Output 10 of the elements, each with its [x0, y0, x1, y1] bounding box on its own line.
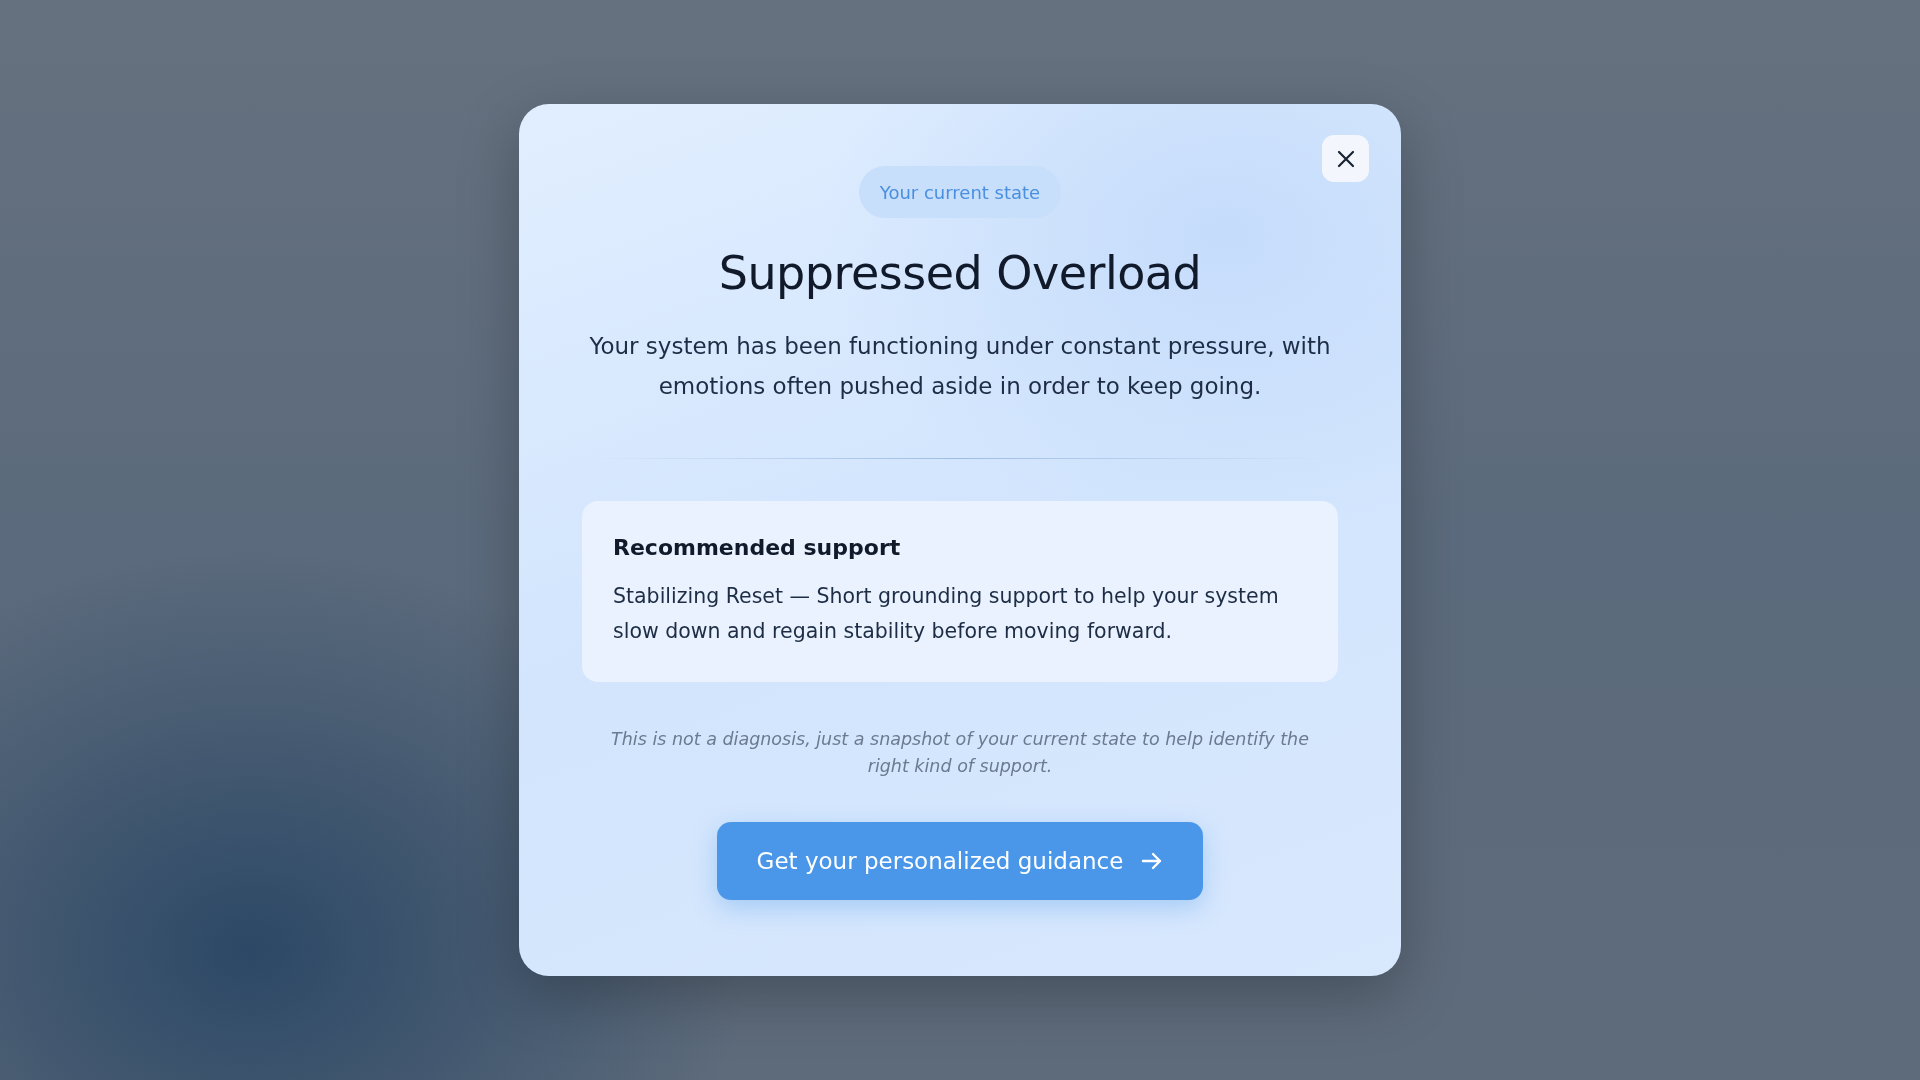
state-badge: Your current state — [858, 166, 1062, 218]
close-button[interactable] — [1322, 135, 1369, 182]
description-text: Your system has been functioning under constant pressure, with emotions often pushed aside in order to keep going. — [588, 332, 1332, 401]
recommendation-text: Stabilizing Reset — Short grounding support to help your system slow down and regain stability before moving forward. — [613, 583, 1280, 645]
guidance-button[interactable]: Get your personalized guidance — [717, 822, 1203, 900]
arrow-right-icon — [1141, 851, 1164, 871]
disclaimer-text: This is not a diagnosis, just a snapshot of your current state to help identify the right kind of support. — [610, 728, 1310, 778]
recommendation-heading: Recommended support — [613, 535, 902, 560]
close-icon — [1336, 149, 1355, 168]
dialog-title: Suppressed Overload — [718, 246, 1202, 300]
